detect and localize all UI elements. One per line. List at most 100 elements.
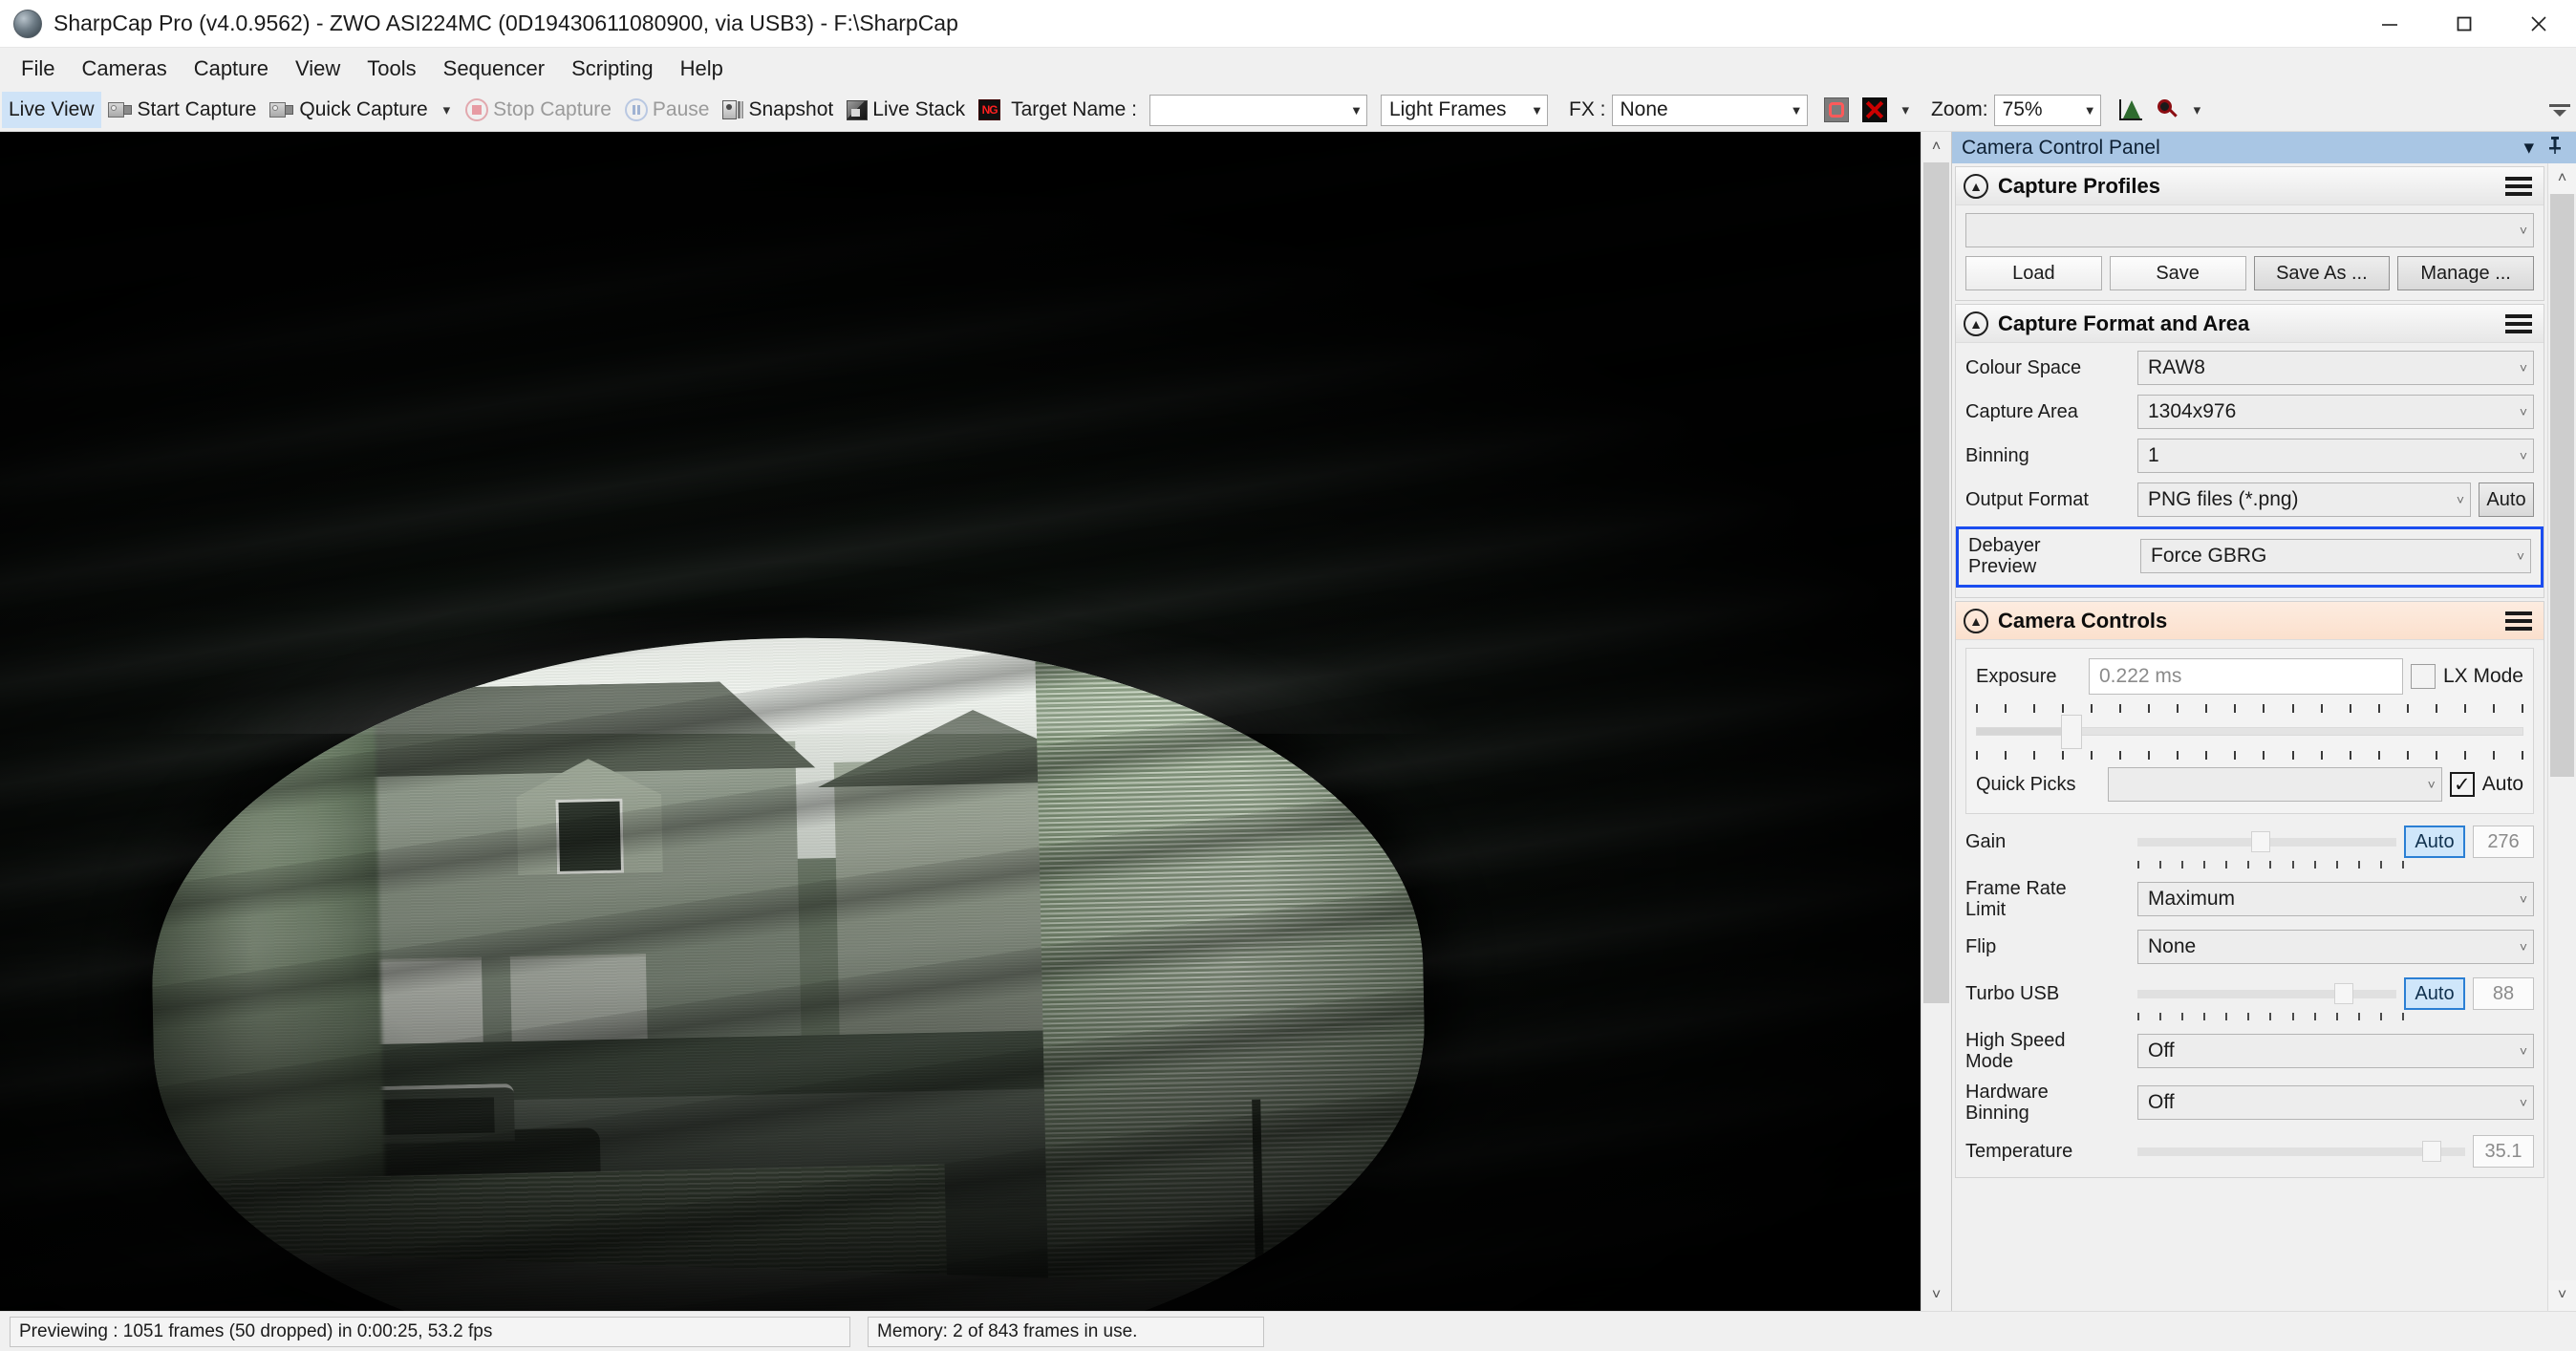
panel-collapse-icon[interactable]: ▾ <box>2523 136 2534 160</box>
pin-icon[interactable] <box>2547 136 2563 161</box>
overlay-dropdown-icon[interactable]: ▾ <box>1894 103 1919 118</box>
menu-cameras[interactable]: Cameras <box>68 52 180 86</box>
manage-profiles-button[interactable]: Manage ... <box>2397 256 2534 290</box>
save-profile-button[interactable]: Save <box>2109 256 2246 290</box>
capture-profiles-header[interactable]: ▲ Capture Profiles <box>1956 167 2544 205</box>
gain-slider[interactable] <box>2137 831 2396 852</box>
scroll-down-icon[interactable]: ˅ <box>1921 1280 1951 1311</box>
exposure-slider-thumb[interactable] <box>2060 715 2082 749</box>
gain-label: Gain <box>1965 831 2007 852</box>
scroll-thumb[interactable] <box>1923 162 1949 1003</box>
binning-select[interactable]: 1 ˅ <box>2137 439 2534 473</box>
turbo-usb-auto-button[interactable]: Auto <box>2404 977 2465 1010</box>
exposure-slider-track[interactable] <box>1976 727 2523 736</box>
fx-select[interactable]: None ▼ <box>1611 94 1808 126</box>
flip-select[interactable]: None ˅ <box>2137 930 2534 964</box>
frame-rate-limit-select[interactable]: Maximum ˅ <box>2137 882 2534 916</box>
camera-preview-viewport[interactable] <box>0 132 1921 1311</box>
chevron-up-icon[interactable]: ▲ <box>1964 608 1988 633</box>
frame-type-select[interactable]: Light Frames ▼ <box>1381 94 1548 126</box>
turbo-usb-slider-thumb[interactable] <box>2333 983 2353 1004</box>
menu-help[interactable]: Help <box>667 52 737 86</box>
snapshot-label: Snapshot <box>748 98 834 120</box>
minimize-button[interactable] <box>2352 0 2427 47</box>
quick-picks-label: Quick Picks <box>1976 774 2076 795</box>
main-toolbar: Live View Start Capture Quick Capture ▾ … <box>0 89 2576 132</box>
menu-file[interactable]: File <box>8 52 68 86</box>
gain-slider-thumb[interactable] <box>2251 831 2271 852</box>
turbo-usb-value[interactable]: 88 <box>2473 977 2534 1010</box>
frame-rate-limit-value: Maximum <box>2148 888 2236 910</box>
capture-area-select[interactable]: 1304x976 ˅ <box>2137 395 2534 429</box>
live-stack-button[interactable]: Live Stack <box>840 92 972 128</box>
temperature-slider-thumb[interactable] <box>2422 1141 2442 1162</box>
exposure-input[interactable]: 0.222 ms <box>2089 658 2403 695</box>
menu-capture[interactable]: Capture <box>181 52 282 86</box>
temperature-value[interactable]: 35.1 <box>2473 1135 2534 1168</box>
magnifier-button[interactable] <box>2149 92 2185 128</box>
display-dropdown-icon[interactable]: ▾ <box>2185 103 2210 118</box>
chevron-up-icon[interactable]: ▲ <box>1964 311 1988 336</box>
quick-capture-dropdown-icon[interactable]: ▾ <box>435 103 460 118</box>
output-format-auto-button[interactable]: Auto <box>2479 482 2534 517</box>
hardware-binning-select[interactable]: Off ˅ <box>2137 1085 2534 1120</box>
menu-scripting[interactable]: Scripting <box>558 52 667 86</box>
menu-bar: File Cameras Capture View Tools Sequence… <box>0 48 2576 89</box>
zoom-select[interactable]: 75% ▼ <box>1993 94 2101 126</box>
quick-picks-select[interactable]: ˅ <box>2108 767 2442 802</box>
chevron-up-icon[interactable]: ▲ <box>1964 173 1988 199</box>
target-name-input[interactable]: ▼ <box>1149 94 1367 126</box>
maximize-button[interactable] <box>2427 0 2501 47</box>
gain-auto-button[interactable]: Auto <box>2404 826 2465 858</box>
pause-button[interactable]: Pause <box>618 92 717 128</box>
menu-icon[interactable] <box>2505 611 2532 631</box>
frame-type-value: Light Frames <box>1389 98 1507 120</box>
high-speed-mode-select[interactable]: Off ˅ <box>2137 1034 2534 1068</box>
camera-controls-header[interactable]: ▲ Camera Controls <box>1956 602 2544 640</box>
panel-scroll-down-icon[interactable]: ˅ <box>2548 1280 2576 1311</box>
reticule-button[interactable] <box>1817 92 1856 128</box>
capture-format-header[interactable]: ▲ Capture Format and Area <box>1956 305 2544 343</box>
scroll-track[interactable] <box>1921 162 1951 1280</box>
profile-select[interactable]: ˅ <box>1965 213 2534 247</box>
close-button[interactable] <box>2501 0 2576 47</box>
snapshot-button[interactable]: Snapshot <box>716 92 840 128</box>
exposure-slider[interactable] <box>1976 704 2523 760</box>
menu-tools[interactable]: Tools <box>354 52 429 86</box>
live-stack-label: Live Stack <box>872 98 966 120</box>
capture-profiles-title: Capture Profiles <box>1998 173 2160 198</box>
turbo-usb-slider[interactable] <box>2137 983 2396 1004</box>
live-view-button[interactable]: Live View <box>2 92 101 128</box>
quick-capture-button[interactable]: Quick Capture <box>263 92 434 128</box>
temperature-slider[interactable] <box>2137 1141 2465 1162</box>
colour-space-value: RAW8 <box>2148 356 2205 378</box>
panel-scroll-track[interactable] <box>2548 194 2576 1280</box>
panel-scroll-up-icon[interactable]: ˄ <box>2548 163 2576 194</box>
save-as-profile-button[interactable]: Save As ... <box>2253 256 2391 290</box>
chevron-down-icon: ˅ <box>2427 777 2436 792</box>
menu-icon[interactable] <box>2505 176 2532 196</box>
load-profile-button[interactable]: Load <box>1965 256 2102 290</box>
menu-sequencer[interactable]: Sequencer <box>430 52 558 86</box>
crosshair-button[interactable] <box>1856 92 1894 128</box>
lx-mode-checkbox[interactable] <box>2410 664 2436 689</box>
menu-view[interactable]: View <box>282 52 354 86</box>
debayer-preview-value: Force GBRG <box>2151 545 2267 567</box>
histogram-button[interactable] <box>2113 92 2149 128</box>
debayer-preview-select[interactable]: Force GBRG ˅ <box>2140 539 2531 573</box>
zoom-label: Zoom: <box>1931 98 1988 120</box>
panel-scroll-thumb[interactable] <box>2550 194 2574 777</box>
toolbar-overflow-icon[interactable] <box>2549 103 2576 117</box>
app-logo-icon <box>13 9 42 38</box>
gain-value[interactable]: 276 <box>2473 826 2534 858</box>
colour-space-select[interactable]: RAW8 ˅ <box>2137 351 2534 385</box>
quick-picks-auto-checkbox[interactable]: ✓ <box>2449 772 2475 797</box>
menu-icon[interactable] <box>2505 313 2532 333</box>
panel-vertical-scrollbar[interactable]: ˄ ˅ <box>2547 163 2576 1311</box>
stop-capture-button[interactable]: Stop Capture <box>459 92 618 128</box>
output-format-select[interactable]: PNG files (*.png) ˅ <box>2137 482 2471 517</box>
preview-vertical-scrollbar[interactable]: ˄ ˅ <box>1921 132 1951 1311</box>
camera-controls-content: Exposure 0.222 ms LX Mode Quick Picks ˅ … <box>1956 640 2544 1177</box>
start-capture-button[interactable]: Start Capture <box>101 92 264 128</box>
scroll-up-icon[interactable]: ˄ <box>1921 132 1951 162</box>
